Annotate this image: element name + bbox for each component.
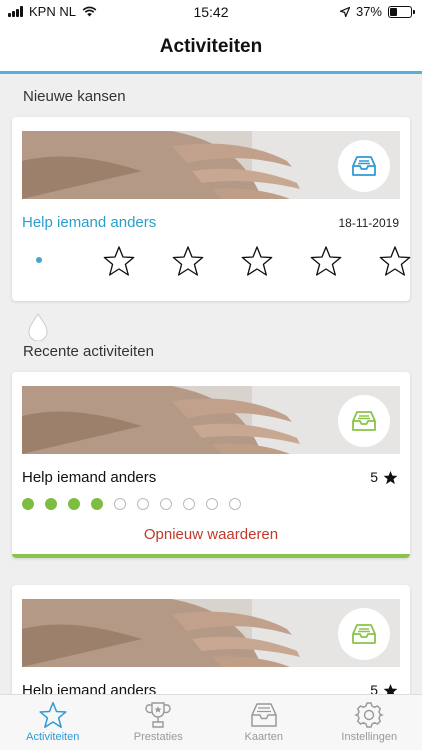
activity-title[interactable]: Help iemand anders	[22, 214, 156, 231]
recent-activity-card[interactable]: Help iemand anders 5 Opnieuw waarderen	[12, 372, 410, 558]
progress-dot	[206, 498, 218, 510]
activity-rating: 5	[370, 469, 398, 485]
progress-dot	[160, 498, 172, 510]
activity-date: 18-11-2019	[338, 216, 400, 230]
tab-label: Kaarten	[244, 731, 284, 743]
completion-bar	[12, 554, 410, 558]
slider-handle[interactable]	[28, 313, 48, 341]
activity-image	[22, 386, 400, 454]
section-title-recent: Recente activiteiten	[23, 343, 154, 360]
star-icon	[39, 701, 67, 729]
inbox-icon	[251, 703, 277, 727]
progress-dots	[22, 498, 241, 510]
star-icon	[383, 683, 398, 694]
status-right: 37%	[339, 4, 415, 19]
tab-label: Instellingen	[341, 731, 398, 743]
battery-percent: 37%	[355, 4, 382, 19]
progress-dot	[45, 498, 57, 510]
status-bar: KPN NL 15:42 37%	[0, 0, 422, 24]
rating-value: 5	[370, 469, 378, 485]
rating-value: 5	[370, 682, 378, 694]
star-rating[interactable]	[22, 245, 411, 277]
progress-dot	[114, 498, 126, 510]
rating-star-icon[interactable]	[309, 245, 343, 277]
location-arrow-icon	[339, 6, 350, 17]
progress-dot	[22, 498, 34, 510]
battery-icon	[388, 5, 415, 18]
activity-list[interactable]: Nieuwe kansen Help iemand anders 18-11-2…	[0, 74, 422, 694]
tab-instellingen[interactable]: Instellingen	[317, 695, 422, 750]
activity-rating: 5	[370, 682, 398, 694]
trophy-icon	[145, 702, 171, 728]
reevaluate-button[interactable]: Opnieuw waarderen	[12, 526, 410, 543]
rating-star-icon[interactable]	[378, 245, 412, 277]
section-title-new: Nieuwe kansen	[23, 88, 126, 105]
star-icon	[383, 470, 398, 484]
progress-dot	[91, 498, 103, 510]
progress-dot	[183, 498, 195, 510]
progress-dot	[68, 498, 80, 510]
gear-icon	[354, 702, 385, 728]
navigation-bar: Activiteiten	[0, 24, 422, 74]
activity-image	[22, 131, 400, 199]
tab-activiteiten[interactable]: Activiteiten	[0, 695, 106, 750]
tab-prestaties[interactable]: Prestaties	[106, 695, 212, 750]
tab-label: Prestaties	[133, 731, 183, 743]
tab-label: Activiteiten	[26, 731, 80, 743]
activity-title[interactable]: Help iemand anders	[22, 469, 156, 486]
activity-title[interactable]: Help iemand anders	[22, 682, 156, 694]
rating-star-icon[interactable]	[240, 245, 274, 277]
opportunity-card[interactable]: Help iemand anders 18-11-2019	[12, 117, 411, 341]
inbox-icon	[338, 608, 390, 660]
inbox-icon	[338, 140, 390, 192]
rating-star-icon[interactable]	[102, 245, 136, 277]
page-title: Activiteiten	[159, 36, 263, 57]
tab-kaarten[interactable]: Kaarten	[211, 695, 317, 750]
tab-bar: Activiteiten Prestaties Kaarten Instelli…	[0, 694, 422, 750]
progress-dot	[229, 498, 241, 510]
progress-dot	[137, 498, 149, 510]
inbox-icon	[338, 395, 390, 447]
battery-level	[390, 7, 398, 16]
activity-image	[22, 599, 400, 667]
recent-activity-card[interactable]: Help iemand anders 5	[12, 585, 410, 694]
rating-star-icon[interactable]	[171, 245, 205, 277]
rating-marker	[36, 257, 42, 263]
